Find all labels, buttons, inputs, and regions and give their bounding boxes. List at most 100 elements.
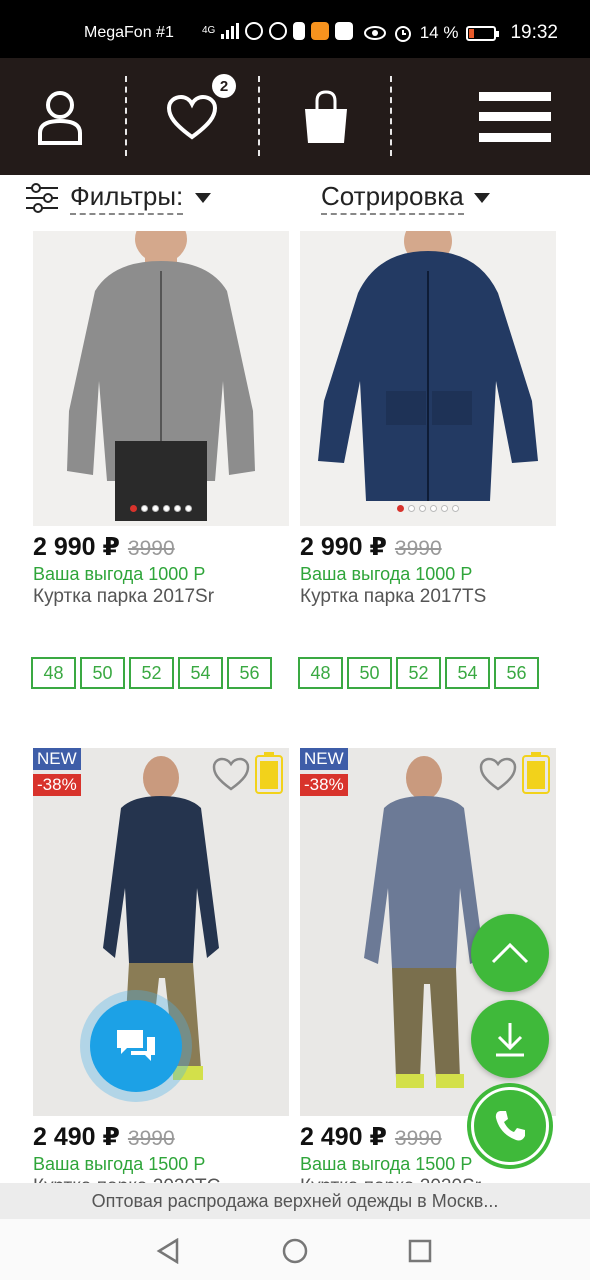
sort-dropdown[interactable]: Сотрировка (321, 181, 490, 215)
clock: 19:32 (510, 22, 558, 43)
old-price: 3990 (394, 1127, 442, 1150)
pager-dot[interactable] (141, 505, 148, 512)
size-option[interactable]: 52 (396, 657, 441, 689)
alarm-icon (394, 26, 411, 42)
product-card[interactable]: 2 990 ₽ 3990 Ваша выгода 1000 Р Куртка п… (300, 231, 556, 608)
battery-percent: 14 % (419, 23, 459, 42)
price-row: 2 490 ₽ 3990 (33, 1122, 289, 1152)
filter-sort-bar: Фильтры: Сотрировка (0, 175, 590, 227)
system-navigation-bar (0, 1219, 590, 1280)
battery-warmth-icon (522, 752, 550, 794)
filters-dropdown[interactable]: Фильтры: (26, 181, 212, 215)
pager-dot[interactable] (452, 505, 459, 512)
home-circle-icon (282, 1238, 308, 1264)
price: 2 490 ₽ (300, 1123, 387, 1151)
product-image[interactable] (300, 231, 556, 526)
price: 2 490 ₽ (33, 1123, 120, 1151)
notification-icon (293, 22, 306, 40)
pager-dot[interactable] (408, 505, 415, 512)
wishlist-count-badge: 2 (212, 74, 236, 98)
status-icons-left: 4G (202, 22, 354, 40)
pager-dot[interactable] (441, 505, 448, 512)
battery-icon (466, 25, 500, 41)
recents-square-icon (408, 1239, 432, 1263)
size-option[interactable]: 48 (298, 657, 343, 689)
download-button[interactable] (471, 1000, 549, 1078)
pager-dot[interactable] (185, 505, 192, 512)
product-image[interactable] (33, 231, 289, 526)
account-button[interactable] (20, 58, 100, 175)
chat-button[interactable] (90, 1000, 182, 1092)
product-name[interactable]: Куртка парка 2017Sr (33, 586, 289, 608)
chevron-up-icon (491, 942, 529, 964)
heart-icon[interactable] (211, 756, 251, 792)
old-price: 3990 (394, 537, 442, 560)
back-triangle-icon (156, 1238, 179, 1264)
pager-dot[interactable] (430, 505, 437, 512)
filters-label: Фильтры: (70, 181, 184, 215)
product-card[interactable]: 2 990 ₽ 3990 Ваша выгода 1000 Р Куртка п… (33, 231, 289, 608)
size-selector: 48 50 52 54 56 (31, 657, 272, 689)
back-button[interactable] (148, 1231, 188, 1271)
play-app-icon (311, 22, 330, 40)
hms-icon (335, 22, 354, 40)
price-row: 2 990 ₽ 3990 (300, 532, 556, 562)
network-type: 4G (202, 25, 216, 36)
size-option[interactable]: 50 (80, 657, 125, 689)
battery-warmth-icon (255, 752, 283, 794)
download-icon (496, 1023, 524, 1057)
call-button[interactable] (471, 1087, 549, 1165)
pager-dot[interactable] (163, 505, 170, 512)
filter-sliders-icon (26, 183, 58, 213)
pager-dot[interactable] (419, 505, 426, 512)
size-option[interactable]: 54 (178, 657, 223, 689)
hotspot-icon (245, 22, 264, 40)
saving-text: Ваша выгода 1500 Р (33, 1154, 206, 1174)
model-photo (33, 231, 289, 526)
size-option[interactable]: 56 (227, 657, 272, 689)
size-option[interactable]: 50 (347, 657, 392, 689)
size-option[interactable]: 54 (445, 657, 490, 689)
user-icon (38, 90, 82, 145)
sort-label: Сотрировка (321, 181, 464, 215)
chevron-down-icon (195, 193, 212, 203)
heart-icon[interactable] (478, 756, 518, 792)
saving-text: Ваша выгода 1000 Р (33, 564, 206, 584)
phone-icon (495, 1111, 525, 1141)
discount-badge: -38% (300, 774, 348, 796)
header-divider (125, 76, 127, 156)
product-name[interactable]: Куртка парка 2017TS (300, 586, 556, 608)
pager-dot[interactable] (397, 505, 404, 512)
header-divider (390, 76, 392, 156)
header-divider (258, 76, 260, 156)
size-selector: 48 50 52 54 56 (298, 657, 539, 689)
size-option[interactable]: 56 (494, 657, 539, 689)
menu-button[interactable] (475, 58, 555, 175)
recents-button[interactable] (400, 1231, 440, 1271)
price: 2 990 ₽ (33, 533, 120, 561)
image-pager[interactable] (300, 505, 556, 512)
pager-dot[interactable] (152, 505, 159, 512)
product-card[interactable]: NEW -38% 2 490 ₽ 3990 Ваша выгода 1500 Р… (33, 748, 289, 1198)
pager-dot[interactable] (130, 505, 137, 512)
carrier-name: MegaFon #1 (84, 24, 174, 41)
discount-badge: -38% (33, 774, 81, 796)
footer-ticker[interactable]: Оптовая распродажа верхней одежды в Моск… (0, 1183, 590, 1219)
old-price: 3990 (127, 1127, 175, 1150)
size-option[interactable]: 52 (129, 657, 174, 689)
pager-dot[interactable] (174, 505, 181, 512)
image-pager[interactable] (33, 505, 289, 512)
saving-text: Ваша выгода 1000 Р (300, 564, 473, 584)
menu-icon (479, 91, 551, 142)
heart-icon (166, 94, 218, 139)
scroll-to-top-button[interactable] (471, 914, 549, 992)
new-badge: NEW (33, 748, 81, 770)
price-row: 2 990 ₽ 3990 (33, 532, 289, 562)
shopping-bag-icon (305, 89, 347, 143)
viber-icon (269, 22, 288, 40)
home-button[interactable] (275, 1231, 315, 1271)
cart-button[interactable] (286, 58, 366, 175)
new-badge: NEW (300, 748, 348, 770)
status-bar: MegaFon #1 4G 14 % 19:32 (0, 0, 590, 58)
size-option[interactable]: 48 (31, 657, 76, 689)
